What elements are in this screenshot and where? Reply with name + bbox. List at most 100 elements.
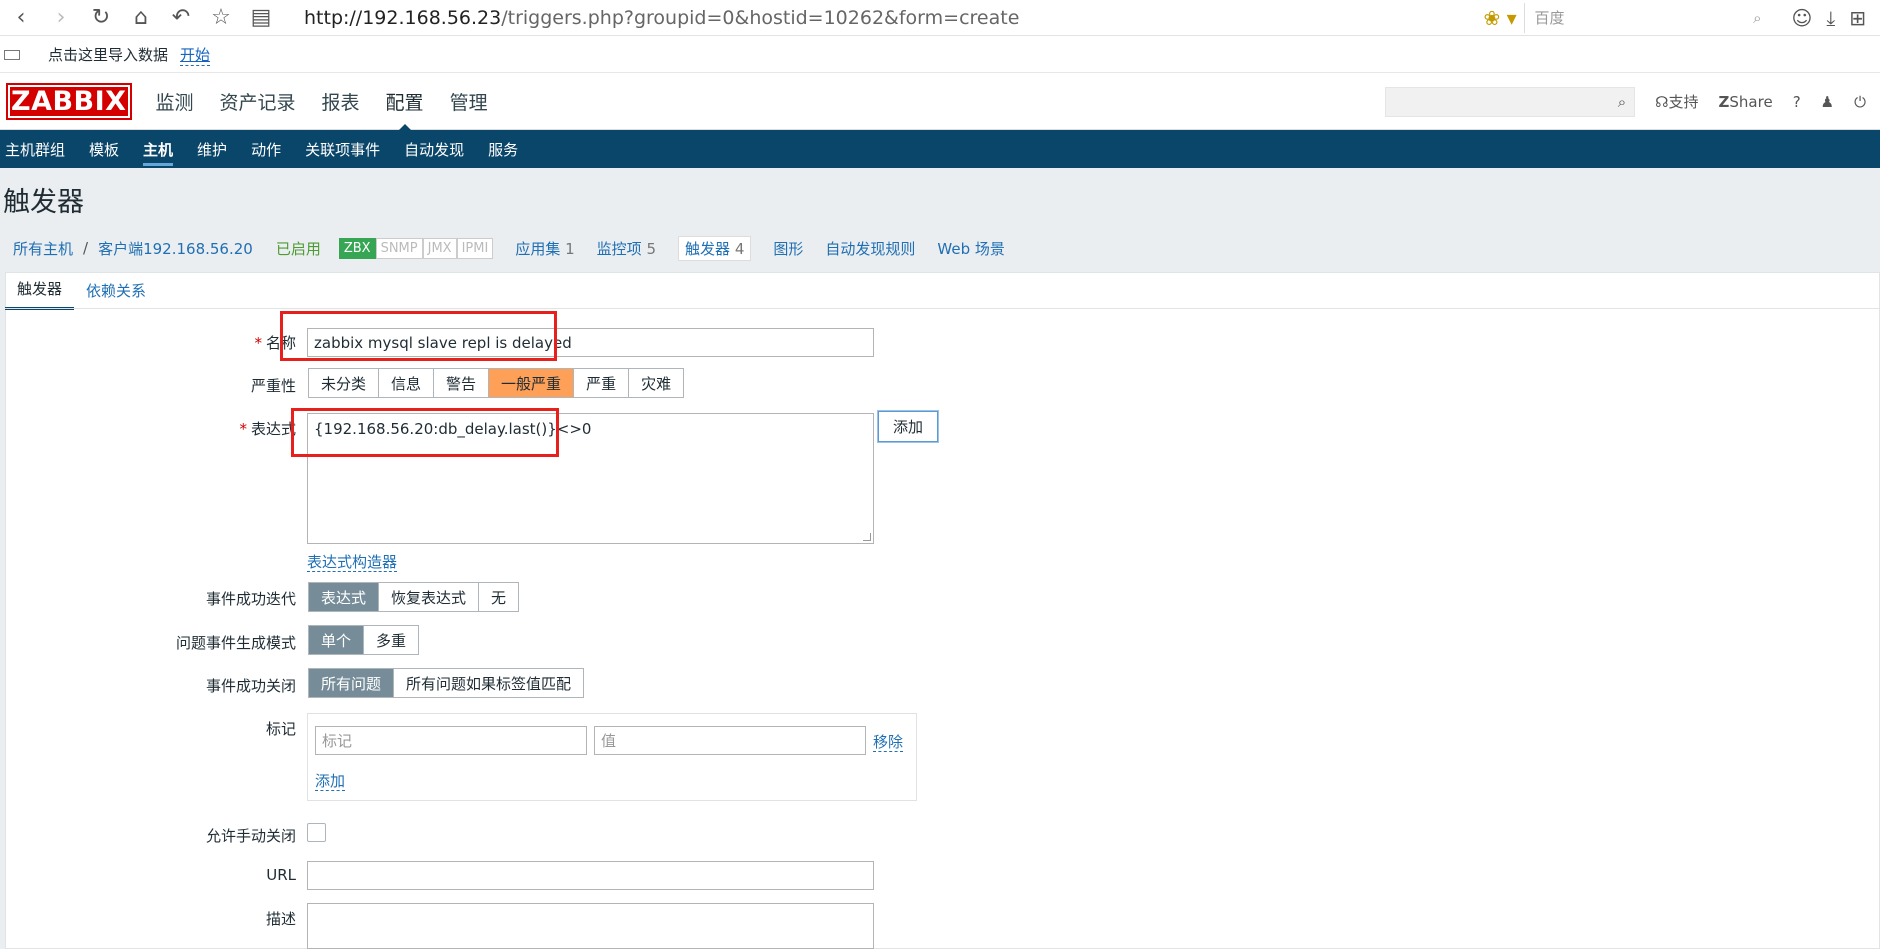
support-label: 支持: [1668, 93, 1699, 111]
forward-icon[interactable]: ›: [46, 3, 76, 33]
tag-value-input[interactable]: 值: [594, 726, 866, 755]
menu-inventory[interactable]: 资产记录: [220, 88, 296, 115]
tag-name-placeholder: 标记: [322, 732, 353, 750]
expression-builder-link[interactable]: 表达式构造器: [307, 553, 398, 572]
search-icon[interactable]: ⌕: [1753, 9, 1761, 27]
triggers-label: 触发器: [685, 239, 731, 258]
manual-close-checkbox[interactable]: [307, 823, 326, 842]
undo-icon[interactable]: ↶: [166, 3, 196, 33]
browser-toolbar: ‹ › ↻ ⌂ ↶ ☆ ▤ http://192.168.56.23/trigg…: [0, 0, 1880, 36]
triggers-link[interactable]: 触发器 4: [678, 235, 752, 261]
zabbix-logo[interactable]: ZABBIX: [6, 83, 132, 120]
reload-icon[interactable]: ↻: [86, 3, 116, 33]
remove-tag-link[interactable]: 移除: [873, 733, 904, 752]
ok-event-expression[interactable]: 表达式: [309, 583, 380, 611]
submenu-discovery[interactable]: 自动发现: [404, 139, 464, 160]
severity-average[interactable]: 一般严重: [489, 369, 575, 397]
menu-monitoring[interactable]: 监测: [156, 88, 194, 115]
problem-mode-multiple[interactable]: 多重: [364, 626, 418, 654]
ok-close-all[interactable]: 所有问题: [309, 669, 395, 697]
ipmi-badge: IPMI: [456, 237, 494, 259]
severity-label: 严重性: [250, 377, 296, 395]
home-icon[interactable]: ⌂: [126, 3, 156, 33]
header-search-input[interactable]: ⌕: [1385, 86, 1636, 117]
url-label: URL: [266, 866, 296, 884]
ok-event-recovery-expression[interactable]: 恢复表达式: [379, 583, 480, 611]
triggers-count: 4: [734, 239, 745, 258]
help-button[interactable]: ?: [1793, 93, 1801, 111]
browser-search-input[interactable]: 百度 ⌕: [1523, 2, 1774, 33]
import-text: 点击这里导入数据: [48, 46, 169, 64]
items-link[interactable]: 监控项 5: [597, 238, 656, 259]
web-scenarios-link[interactable]: Web 场景: [937, 238, 1004, 259]
power-icon[interactable]: ⏻: [1854, 93, 1866, 111]
resize-handle[interactable]: [863, 533, 871, 541]
graphs-link[interactable]: 图形: [773, 238, 803, 259]
severity-information[interactable]: 信息: [379, 369, 435, 397]
ok-event-selector: 表达式 恢复表达式 无: [308, 582, 520, 612]
ok-close-label: 事件成功关闭: [205, 677, 296, 695]
tab-dependencies[interactable]: 依赖关系: [74, 272, 158, 309]
severity-high[interactable]: 严重: [574, 369, 630, 397]
remove-tag-wrap: 移除: [873, 731, 904, 752]
menu-reports[interactable]: 报表: [322, 88, 360, 115]
submenu-correlation[interactable]: 关联项事件: [305, 139, 380, 160]
form-tabs: 触发器 依赖关系: [5, 270, 158, 310]
start-link[interactable]: 开始: [180, 44, 211, 66]
submenu-actions[interactable]: 动作: [251, 139, 281, 160]
applications-label: 应用集: [515, 239, 561, 258]
submenu-hosts[interactable]: 主机: [143, 139, 174, 166]
back-icon[interactable]: ‹: [6, 3, 36, 33]
all-hosts-link[interactable]: 所有主机: [13, 238, 73, 259]
url-input[interactable]: [307, 861, 874, 890]
search-icon[interactable]: ⌕: [1618, 93, 1626, 111]
sidebar-toggle-icon[interactable]: [4, 49, 20, 60]
jmx-badge: JMX: [422, 237, 457, 259]
support-link[interactable]: ☊支持: [1655, 91, 1698, 112]
description-textarea[interactable]: [307, 903, 874, 949]
host-status[interactable]: 已启用: [276, 238, 321, 259]
highlight-box-expression: [291, 408, 559, 457]
menu-administration[interactable]: 管理: [450, 88, 488, 115]
bee-icon[interactable]: ❀ ▾: [1484, 6, 1524, 30]
problem-mode-single[interactable]: 单个: [309, 626, 365, 654]
reader-icon[interactable]: ▤: [246, 3, 276, 33]
highlight-box-name: [280, 311, 557, 361]
severity-not-classified[interactable]: 未分类: [309, 369, 380, 397]
download-icon[interactable]: ⤓: [1826, 6, 1835, 30]
tab-trigger[interactable]: 触发器: [5, 270, 75, 310]
zabbix-header: ZABBIX 监测 资产记录 报表 配置 管理 ⌕ ☊支持 ZShare ? ♟…: [0, 74, 1880, 132]
ok-close-selector: 所有问题 所有问题如果标签值匹配: [308, 668, 585, 698]
tag-value-placeholder: 值: [601, 732, 617, 750]
add-expression-button[interactable]: 添加: [877, 410, 939, 443]
items-count: 5: [646, 239, 657, 258]
ok-event-none[interactable]: 无: [479, 583, 518, 611]
applications-link[interactable]: 应用集 1: [515, 238, 574, 259]
add-tag-link[interactable]: 添加: [315, 772, 346, 791]
ok-close-tag-match[interactable]: 所有问题如果标签值匹配: [394, 669, 583, 697]
tag-name-input[interactable]: 标记: [315, 726, 587, 755]
menu-configuration[interactable]: 配置: [386, 88, 424, 132]
tab-divider: [5, 308, 1880, 309]
host-navigation: 所有主机 / 客户端192.168.56.20 已启用 ZBX SNMP JMX…: [13, 235, 1005, 261]
discovery-rules-link[interactable]: 自动发现规则: [825, 238, 915, 259]
star-icon[interactable]: ☆: [206, 3, 236, 33]
severity-warning[interactable]: 警告: [434, 369, 490, 397]
share-link[interactable]: ZShare: [1719, 93, 1773, 111]
submenu-templates[interactable]: 模板: [89, 139, 119, 160]
submenu-services[interactable]: 服务: [488, 139, 518, 160]
manual-close-label: 允许手动关闭: [205, 827, 296, 845]
required-mark: *: [254, 334, 262, 352]
host-link[interactable]: 客户端192.168.56.20: [98, 238, 253, 259]
profile-icon[interactable]: ♟: [1821, 93, 1834, 111]
items-label: 监控项: [596, 239, 642, 258]
extensions-icon[interactable]: ⊞: [1849, 6, 1866, 30]
add-tag-wrap: 添加: [315, 770, 346, 791]
address-bar[interactable]: http://192.168.56.23/triggers.php?groupi…: [300, 7, 1484, 29]
submenu-host-groups[interactable]: 主机群组: [5, 139, 65, 160]
user-icon[interactable]: ☺: [1792, 6, 1813, 30]
ok-event-label: 事件成功迭代: [205, 590, 296, 608]
submenu-maintenance[interactable]: 维护: [197, 139, 227, 160]
page-title: 触发器: [3, 187, 84, 218]
severity-disaster[interactable]: 灾难: [629, 369, 683, 397]
